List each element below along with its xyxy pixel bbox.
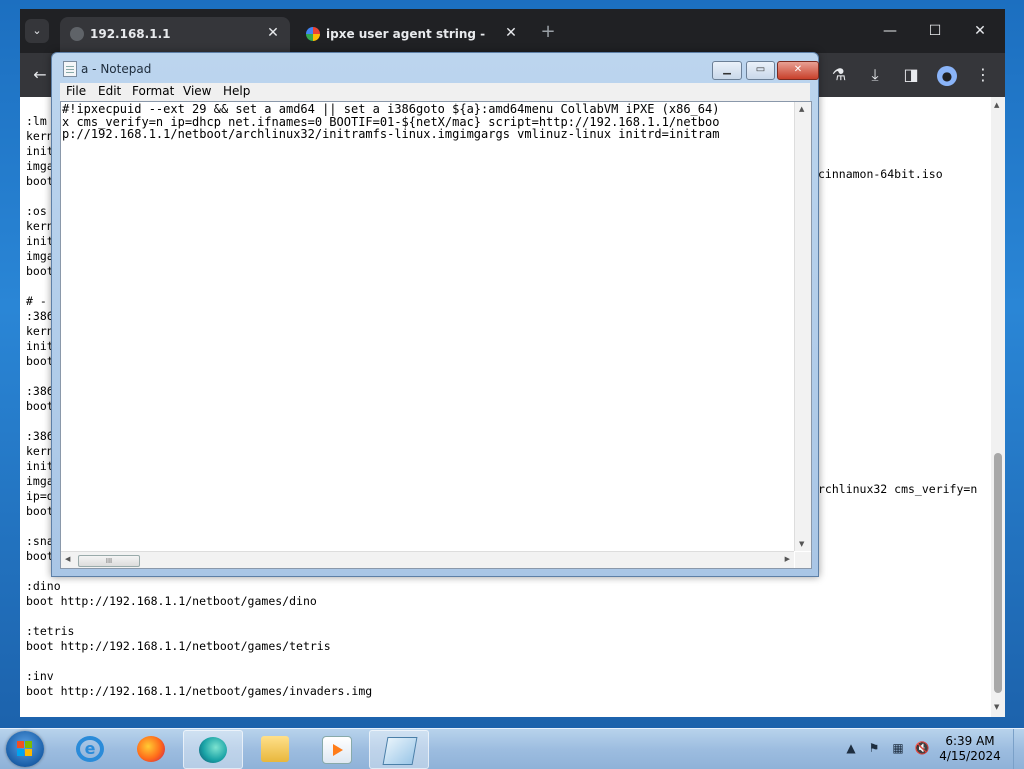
new-tab-button[interactable]: + bbox=[538, 22, 558, 42]
menu-edit[interactable]: Edit bbox=[98, 84, 121, 98]
page-overflow-text: cinnamon-64bit.iso bbox=[818, 167, 943, 181]
internet-explorer-icon: e bbox=[76, 736, 104, 762]
tab-router[interactable]: 192.168.1.1 ✕ bbox=[60, 17, 290, 53]
taskbar-file-explorer[interactable] bbox=[246, 730, 304, 767]
tab-google-search[interactable]: ipxe user agent string - Google ✕ bbox=[296, 17, 528, 53]
page-line: :tetris bbox=[26, 624, 75, 638]
notepad-window: a - Notepad ▁ ▭ ✕ File Edit Format View … bbox=[51, 52, 819, 577]
page-scrollbar[interactable]: ▲ ▼ bbox=[991, 97, 1005, 717]
side-panel-icon[interactable]: ◨ bbox=[899, 63, 923, 87]
scroll-thumb[interactable]: III bbox=[78, 555, 140, 567]
chevron-down-icon: ⌄ bbox=[32, 24, 42, 37]
system-clock[interactable]: 6:39 AM 4/15/2024 bbox=[930, 734, 1010, 764]
maximize-button[interactable]: ☐ bbox=[913, 19, 957, 43]
scroll-down-icon[interactable]: ▼ bbox=[994, 703, 999, 711]
show-hidden-icons-icon[interactable]: ▲ bbox=[843, 740, 859, 756]
notepad-title: a - Notepad bbox=[81, 62, 152, 76]
page-line: :dino bbox=[26, 579, 61, 593]
notepad-edit-area[interactable]: #!ipxecpuid --ext 29 && set a amd64 || s… bbox=[60, 101, 812, 569]
notepad-maximize-button[interactable]: ▭ bbox=[746, 61, 775, 80]
clock-date: 4/15/2024 bbox=[939, 749, 1001, 763]
download-icon[interactable]: ⤓ bbox=[863, 63, 887, 87]
labs-flask-icon[interactable]: ⚗ bbox=[827, 63, 851, 87]
taskbar-notepad[interactable] bbox=[369, 730, 429, 769]
taskbar-media-player[interactable] bbox=[307, 730, 365, 767]
notepad-close-button[interactable]: ✕ bbox=[777, 61, 819, 80]
scroll-down-icon[interactable]: ▼ bbox=[799, 540, 804, 548]
page-line: boot http://192.168.1.1/netboot/games/in… bbox=[26, 684, 373, 698]
show-desktop-button[interactable] bbox=[1013, 729, 1024, 769]
more-menu-icon[interactable]: ⋮ bbox=[971, 63, 995, 87]
tab-title: 192.168.1.1 bbox=[90, 27, 171, 41]
profile-icon[interactable]: ● bbox=[935, 63, 959, 87]
notepad-text[interactable]: #!ipxecpuid --ext 29 && set a amd64 || s… bbox=[62, 103, 792, 548]
scroll-left-icon[interactable]: ◀ bbox=[65, 555, 70, 563]
notepad-menubar: File Edit Format View Help bbox=[60, 83, 810, 101]
menu-file[interactable]: File bbox=[66, 84, 86, 98]
menu-help[interactable]: Help bbox=[223, 84, 250, 98]
page-overflow-text: rchlinux32 cms_verify=n bbox=[818, 482, 978, 496]
media-player-icon bbox=[322, 736, 352, 764]
tab-close-icon[interactable]: ✕ bbox=[502, 24, 520, 42]
taskbar-internet-explorer[interactable]: e bbox=[61, 730, 119, 767]
tab-title: ipxe user agent string - Google bbox=[326, 27, 486, 41]
notepad-vertical-scrollbar[interactable]: ▲ ▼ bbox=[794, 102, 811, 551]
firefox-icon bbox=[137, 736, 165, 762]
page-line bbox=[26, 654, 372, 669]
page-line bbox=[26, 609, 372, 624]
google-icon bbox=[306, 27, 320, 41]
minimize-button[interactable]: — bbox=[868, 19, 912, 43]
notepad-line: p://192.168.1.1/netboot/archlinux32/init… bbox=[62, 127, 720, 141]
close-window-button[interactable]: ✕ bbox=[958, 19, 1002, 43]
start-button[interactable] bbox=[6, 731, 44, 767]
clock-time: 6:39 AM bbox=[945, 734, 995, 748]
back-arrow-icon[interactable]: ← bbox=[28, 63, 52, 87]
page-line: boot http://192.168.1.1/netboot/games/te… bbox=[26, 639, 331, 653]
network-icon[interactable]: ▦ bbox=[890, 740, 906, 756]
menu-view[interactable]: View bbox=[183, 84, 211, 98]
globe-icon bbox=[70, 27, 84, 41]
notepad-horizontal-scrollbar[interactable]: ◀ III ▶ bbox=[61, 551, 794, 568]
taskbar-firefox[interactable] bbox=[122, 730, 180, 767]
scroll-right-icon[interactable]: ▶ bbox=[785, 555, 790, 563]
folder-icon bbox=[261, 736, 289, 762]
scrollbar-corner bbox=[795, 552, 811, 568]
scroll-up-icon[interactable]: ▲ bbox=[799, 105, 804, 113]
menu-format[interactable]: Format bbox=[132, 84, 174, 98]
tab-search-button[interactable]: ⌄ bbox=[25, 19, 49, 43]
page-line: :inv bbox=[26, 669, 54, 683]
edge-icon bbox=[199, 737, 227, 763]
notepad-titlebar[interactable]: a - Notepad ▁ ▭ ✕ bbox=[52, 53, 819, 83]
volume-muted-icon[interactable]: 🔇 bbox=[914, 740, 930, 756]
page-line: boot http://192.168.1.1/netboot/games/di… bbox=[26, 594, 317, 608]
notepad-minimize-button[interactable]: ▁ bbox=[712, 61, 742, 80]
scroll-thumb[interactable] bbox=[994, 453, 1002, 693]
notepad-icon bbox=[63, 61, 77, 77]
notepad-icon bbox=[382, 737, 418, 765]
scroll-up-icon[interactable]: ▲ bbox=[994, 101, 999, 109]
taskbar: e ▲ ⚑ ▦ 🔇 6:39 AM 4/15/2024 bbox=[0, 728, 1024, 769]
tab-close-icon[interactable]: ✕ bbox=[264, 24, 282, 42]
taskbar-edge[interactable] bbox=[183, 730, 243, 769]
tab-strip: ⌄ 192.168.1.1 ✕ ipxe user agent string -… bbox=[20, 9, 1005, 53]
action-center-flag-icon[interactable]: ⚑ bbox=[866, 740, 882, 756]
